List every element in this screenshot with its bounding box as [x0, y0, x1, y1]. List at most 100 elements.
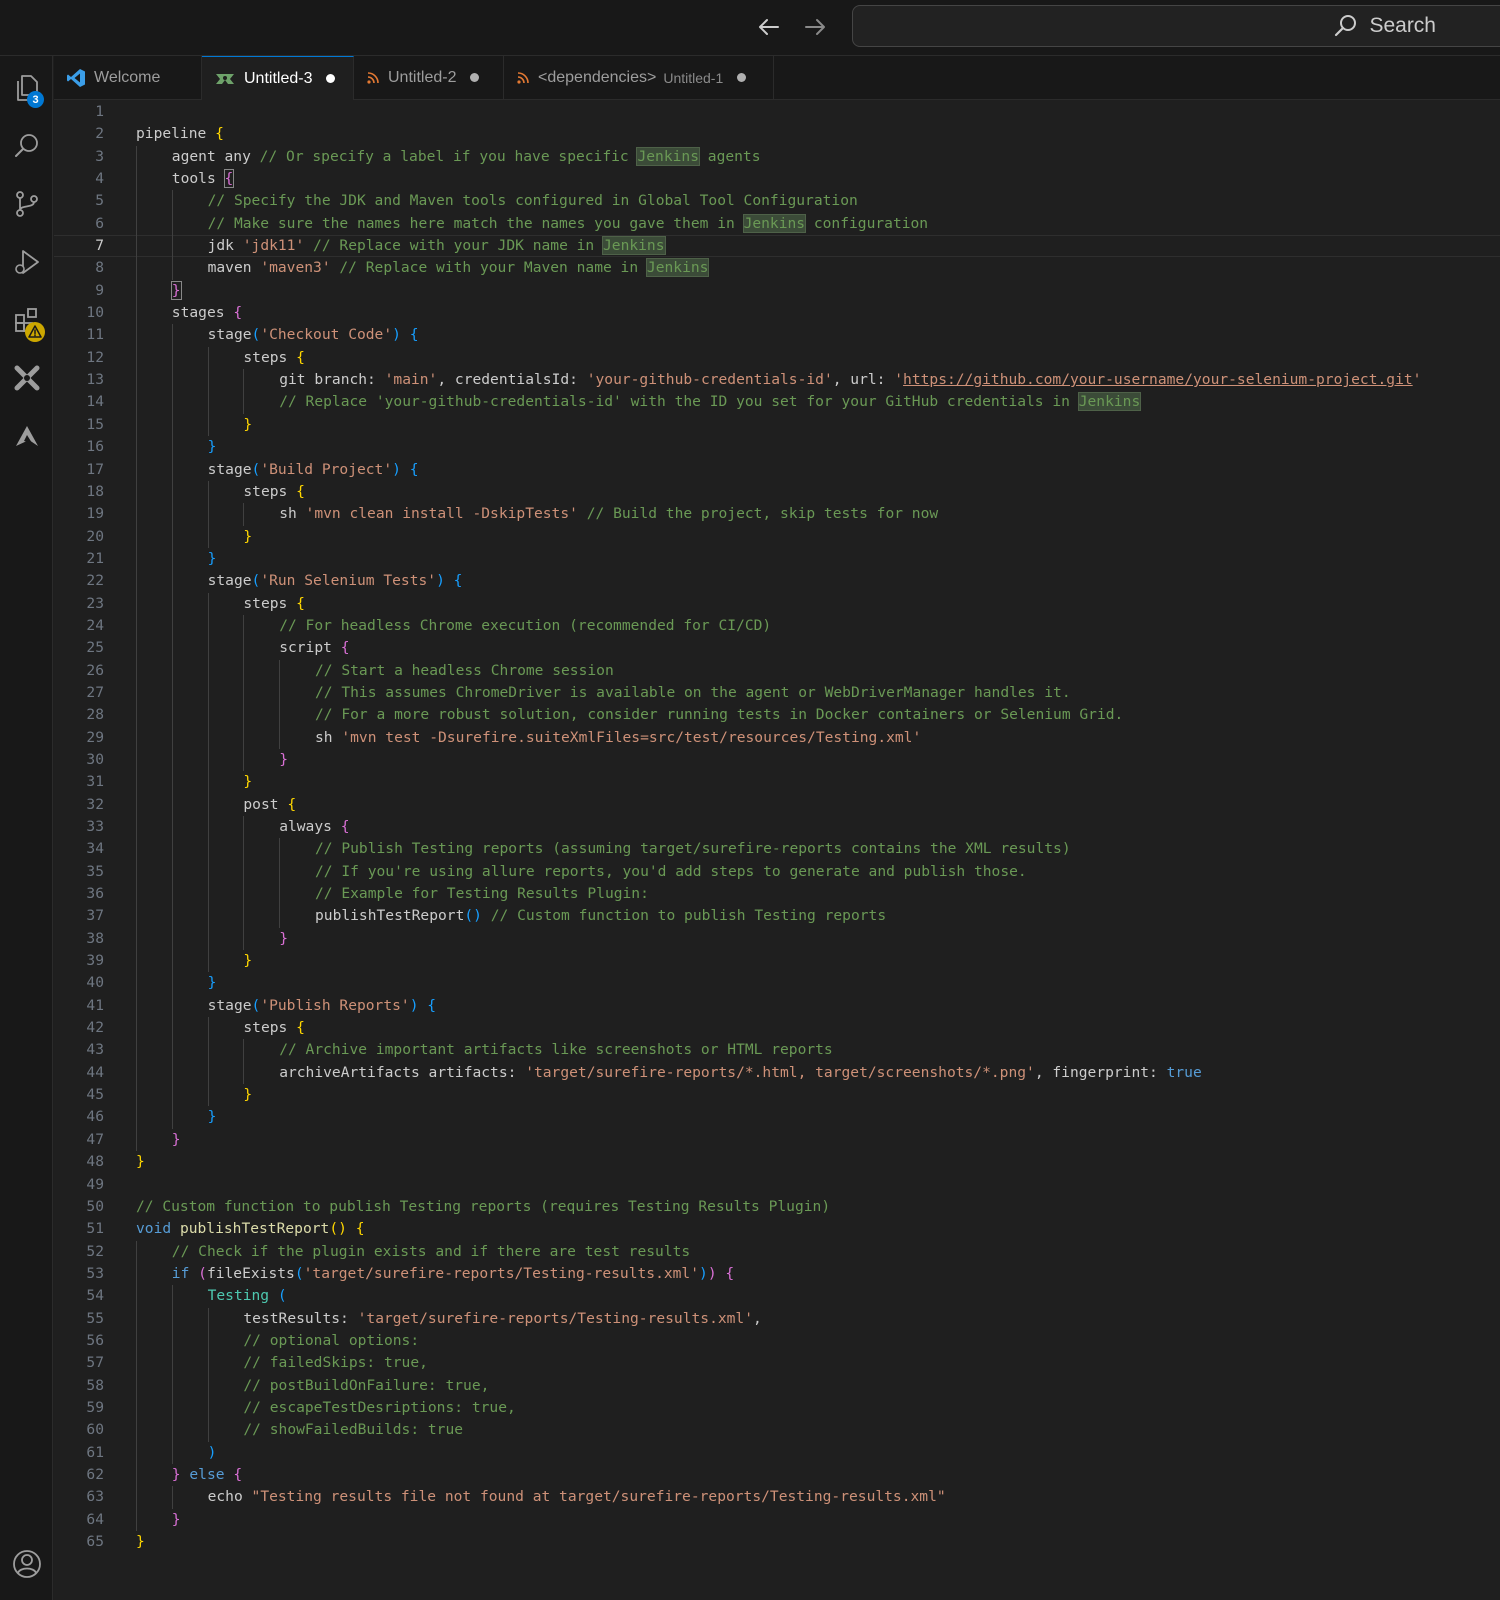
code-line[interactable]: 1	[54, 101, 1500, 123]
activity-run-debug[interactable]	[0, 234, 53, 290]
tab-untitled-2[interactable]: Untitled-2	[354, 56, 504, 99]
code-line[interactable]: 34 // Publish Testing reports (assuming t…	[54, 838, 1500, 861]
code-line[interactable]: 52 // Check if the plugin exists and if t…	[54, 1240, 1500, 1263]
code-line[interactable]: 44 archiveArtifacts artifacts: 'target/su…	[54, 1061, 1500, 1085]
code-line[interactable]: 42 steps {	[54, 1017, 1500, 1040]
code-line[interactable]: 53 if (fileExists('target/surefire-report…	[54, 1262, 1500, 1286]
code-line[interactable]: 35 // If you're using allure reports, you…	[54, 860, 1500, 884]
code-line[interactable]: 4 tools {	[54, 168, 1500, 191]
code-line[interactable]: 63 echo "Testing results file not found a…	[54, 1486, 1500, 1509]
code-line[interactable]: 61)	[54, 1441, 1500, 1464]
code-link[interactable]: https://github.com/your-username/your-se…	[903, 371, 1413, 388]
code-line[interactable]: 23 steps {	[54, 592, 1500, 615]
code-line[interactable]: 56 // optional options:	[54, 1329, 1500, 1353]
code-line[interactable]: 65}	[54, 1531, 1500, 1553]
code-line[interactable]: 21}	[54, 547, 1500, 571]
code-token: fileExists	[206, 1264, 295, 1282]
code-line[interactable]: 64}	[54, 1508, 1500, 1531]
code-line[interactable]: 28 // For a more robust solution, conside…	[54, 704, 1500, 727]
code-line[interactable]: 39}	[54, 950, 1500, 973]
activity-explorer[interactable]: 3	[0, 60, 53, 116]
code-line[interactable]: 25 script {	[54, 637, 1500, 660]
code-line[interactable]: 54 Testing (	[54, 1285, 1500, 1308]
code-line[interactable]: 3 agent any // Or specify a label if you …	[54, 145, 1500, 169]
code-token: 'target/surefire-reports/Testing-results…	[357, 1309, 754, 1327]
tab-welcome[interactable]: Welcome	[54, 56, 202, 99]
code-line[interactable]: 41 stage('Publish Reports') {	[54, 994, 1500, 1018]
code-line[interactable]: 7 jdk 'jdk11' // Replace with your JDK na…	[54, 235, 1500, 258]
indent-guide	[136, 302, 137, 325]
line-number: 22	[86, 572, 104, 590]
code-line[interactable]: 15}	[54, 413, 1500, 437]
code-line[interactable]: 36 // Example for Testing Results Plugin:	[54, 883, 1500, 906]
indent-guide	[136, 436, 137, 459]
code-token: Testing	[207, 1287, 278, 1305]
code-line[interactable]: 2 pipeline {	[54, 123, 1500, 145]
code-line[interactable]: 33 always {	[54, 816, 1500, 839]
unsaved-dot-icon[interactable]	[737, 73, 747, 82]
code-line[interactable]: 18 steps {	[54, 480, 1500, 504]
code-text: )	[208, 1442, 217, 1464]
code-line[interactable]: 50 // Custom function to publish Testing …	[54, 1196, 1500, 1218]
code-line[interactable]: 14 // Replace 'your-github-credentials-id…	[54, 391, 1500, 414]
code-line[interactable]: 11 stage('Checkout Code') {	[54, 324, 1500, 347]
tab-untitled-3[interactable]: Untitled-3	[202, 56, 354, 100]
code-token: void	[136, 1220, 180, 1238]
code-line[interactable]: 46}	[54, 1106, 1500, 1129]
line-number: 43	[86, 1041, 104, 1059]
code-line[interactable]: 55 testResults: 'target/surefire-reports/…	[54, 1307, 1500, 1330]
code-line[interactable]: 20}	[54, 525, 1500, 548]
code-line[interactable]: 37 publishTestReport() // Custom function…	[54, 905, 1500, 928]
activity-extensions[interactable]	[0, 292, 53, 348]
code-line[interactable]: 49	[54, 1174, 1500, 1196]
code-line[interactable]: 8 maven 'maven3' // Replace with your Mav…	[54, 257, 1500, 280]
activity-a-extension[interactable]	[0, 408, 53, 464]
back-button[interactable]	[754, 12, 784, 42]
code-line[interactable]: 32 post {	[54, 793, 1500, 816]
code-line[interactable]: 13 git branch: 'main', credentialsId: 'yo…	[54, 369, 1500, 392]
code-text: maven 'maven3' // Replace with your Mave…	[208, 257, 710, 279]
forward-button[interactable]	[800, 12, 830, 42]
indent-guide	[207, 391, 209, 414]
code-line[interactable]: 45}	[54, 1084, 1500, 1107]
code-line[interactable]: 58 // postBuildOnFailure: true,	[54, 1374, 1500, 1397]
code-line[interactable]: 22 stage('Run Selenium Tests') {	[54, 570, 1500, 593]
code-line[interactable]: 43 // Archive important artifacts like sc…	[54, 1039, 1500, 1062]
code-line[interactable]: 5 // Specify the JDK and Maven tools conf…	[54, 190, 1500, 213]
line-number: 37	[86, 907, 104, 925]
code-line[interactable]: 48}	[54, 1151, 1500, 1173]
unsaved-dot-icon[interactable]	[326, 74, 336, 83]
code-line[interactable]: 40}	[54, 972, 1500, 995]
code-line[interactable]: 60 // showFailedBuilds: true	[54, 1419, 1500, 1442]
code-line[interactable]: 24 // For headless Chrome execution (reco…	[54, 614, 1500, 638]
code-line[interactable]: 9}	[54, 279, 1500, 303]
code-line[interactable]: 27 // This assumes ChromeDriver is availa…	[54, 681, 1500, 705]
code-line[interactable]: 51 void publishTestReport() {	[54, 1218, 1500, 1240]
code-line[interactable]: 17 stage('Build Project') {	[54, 458, 1500, 481]
code-text: // Specify the JDK and Maven tools confi…	[208, 190, 858, 212]
activity-x-extension[interactable]	[0, 350, 53, 406]
code-line[interactable]: 29 sh 'mvn test -Dsurefire.suiteXmlFiles=…	[54, 726, 1500, 749]
activity-source-control[interactable]	[0, 176, 53, 232]
code-line[interactable]: 47}	[54, 1128, 1500, 1152]
activity-account[interactable]	[0, 1536, 53, 1592]
command-center-search[interactable]: Search	[852, 5, 1500, 47]
code-line[interactable]: 31}	[54, 771, 1500, 794]
unsaved-dot-icon[interactable]	[470, 73, 480, 82]
tab-dependencies[interactable]: <dependencies> Untitled-1	[504, 56, 774, 99]
code-line[interactable]: 26 // Start a headless Chrome session	[54, 659, 1500, 682]
code-line[interactable]: 19 sh 'mvn clean install -DskipTests' // …	[54, 503, 1500, 526]
code-editor[interactable]: 1 2 pipeline {3 agent any // Or specify a l…	[54, 100, 1500, 1600]
search-label: Search	[1369, 14, 1436, 37]
code-line[interactable]: 57 // failedSkips: true,	[54, 1352, 1500, 1375]
code-line[interactable]: 59 // escapeTestDesriptions: true,	[54, 1396, 1500, 1420]
code-line[interactable]: 10 stages {	[54, 302, 1500, 325]
code-line[interactable]: 62} else {	[54, 1463, 1500, 1487]
line-number: 13	[86, 371, 104, 389]
activity-search[interactable]	[0, 118, 53, 174]
code-line[interactable]: 38}	[54, 927, 1500, 951]
code-line[interactable]: 6 // Make sure the names here match the n…	[54, 212, 1500, 236]
code-line[interactable]: 30}	[54, 748, 1500, 772]
code-line[interactable]: 12 steps {	[54, 346, 1500, 370]
code-line[interactable]: 16}	[54, 436, 1500, 459]
